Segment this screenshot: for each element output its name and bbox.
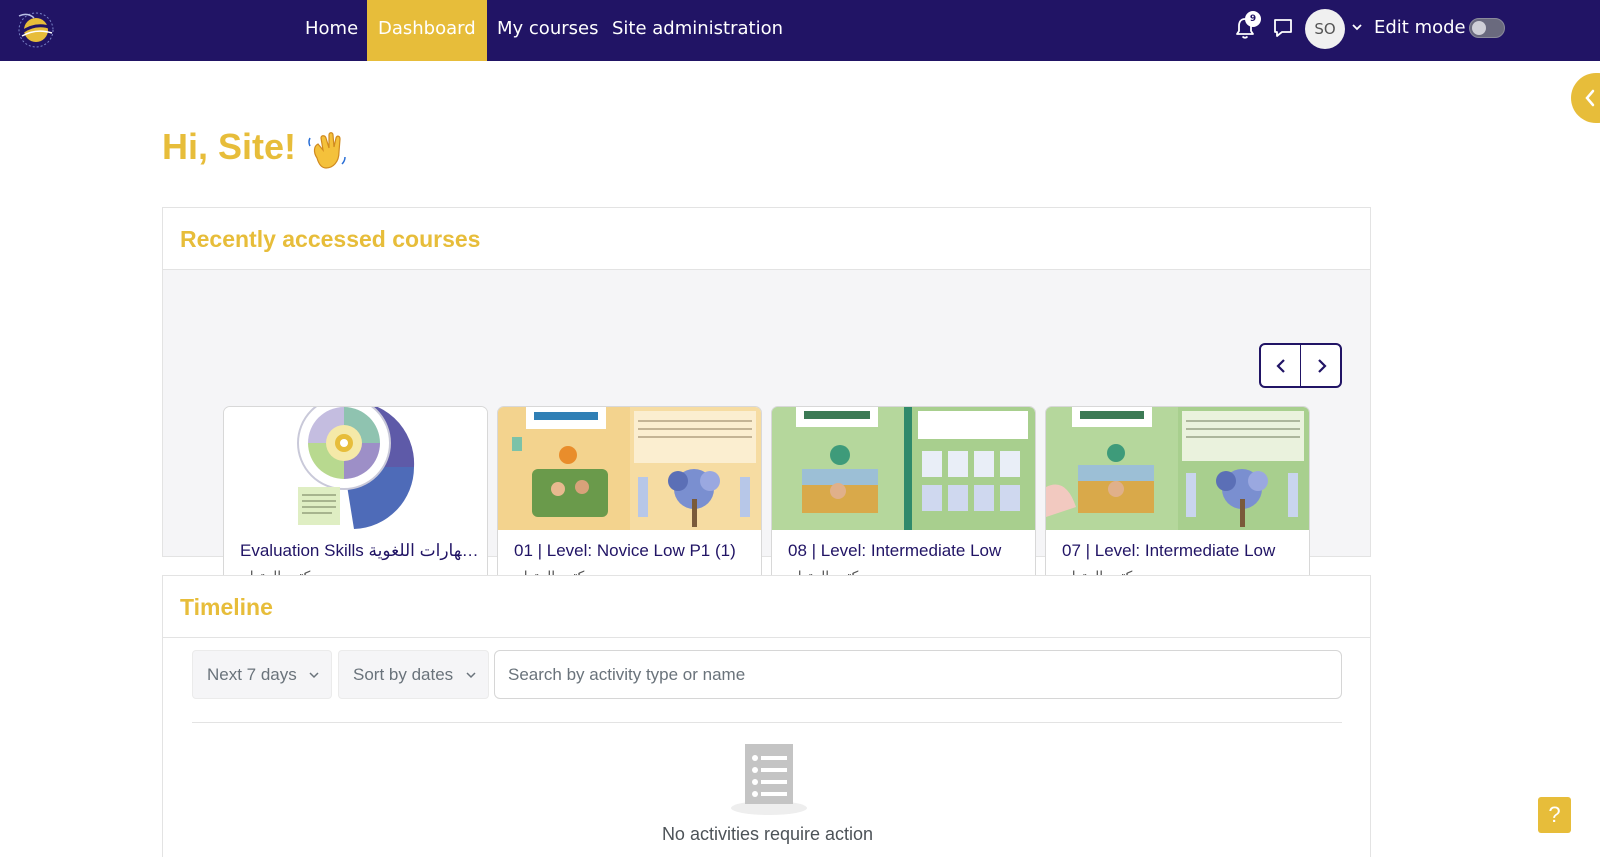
activity-search-input[interactable] (494, 650, 1342, 699)
previous-page-button[interactable] (1261, 345, 1301, 386)
waving-hand-icon (308, 132, 346, 169)
recently-accessed-courses-block: Recently accessed courses Evaluation Ski… (162, 207, 1371, 607)
course-name[interactable]: 01 | Level: Novice Low P1 (1) (514, 541, 754, 561)
edit-mode-toggle[interactable] (1469, 18, 1505, 38)
nav-my-courses[interactable]: My courses (486, 0, 609, 61)
help-button[interactable]: ? (1538, 797, 1571, 833)
course-name[interactable]: Evaluation Skills لمهارات اللغوية... (240, 541, 480, 561)
chevron-down-icon (466, 672, 476, 679)
day-filter-dropdown[interactable]: Next 7 days (192, 650, 332, 699)
course-image[interactable] (498, 407, 762, 530)
courses-carousel: Evaluation Skills لمهارات اللغوية... كتب… (163, 270, 1370, 607)
timeline-block: Timeline Next 7 days Sort by dates No ac… (162, 575, 1371, 857)
course-name[interactable]: 07 | Level: Intermediate Low (1062, 541, 1302, 561)
carousel-pager (1259, 343, 1342, 388)
course-name[interactable]: 08 | Level: Intermediate Low (788, 541, 1028, 561)
messages-icon[interactable] (1272, 17, 1294, 39)
day-filter-label: Next 7 days (207, 665, 297, 684)
block-header: Recently accessed courses (163, 208, 1370, 270)
user-avatar[interactable]: SO (1305, 9, 1345, 49)
course-image[interactable] (1046, 407, 1310, 530)
block-title: Recently accessed courses (180, 226, 481, 252)
sort-filter-label: Sort by dates (353, 665, 454, 684)
block-header: Timeline (163, 576, 1370, 638)
chevron-left-icon (1585, 89, 1595, 107)
chevron-down-icon[interactable] (1351, 21, 1363, 33)
open-drawer-button[interactable] (1571, 73, 1600, 123)
nav-site-administration[interactable]: Site administration (601, 0, 794, 61)
nav-home[interactable]: Home (294, 0, 369, 61)
empty-state-message: No activities require action (661, 824, 874, 844)
next-page-button[interactable] (1302, 345, 1342, 386)
sort-filter-dropdown[interactable]: Sort by dates (338, 650, 489, 699)
chevron-left-icon (1276, 359, 1285, 373)
empty-list-icon (731, 744, 807, 815)
chevron-right-icon (1318, 359, 1327, 373)
course-image[interactable] (224, 407, 488, 530)
nav-dashboard[interactable]: Dashboard (367, 0, 487, 61)
block-title: Timeline (180, 594, 273, 620)
chevron-down-icon (309, 672, 319, 679)
notification-count-badge: 9 (1245, 11, 1261, 27)
course-image[interactable] (772, 407, 1036, 530)
top-navbar: Home Dashboard My courses Site administr… (0, 0, 1600, 61)
page-greeting: Hi, Site! (162, 126, 297, 167)
toggle-knob (1472, 21, 1486, 35)
divider (192, 722, 1342, 723)
site-logo[interactable] (14, 8, 58, 52)
edit-mode-label: Edit mode (1374, 17, 1466, 38)
